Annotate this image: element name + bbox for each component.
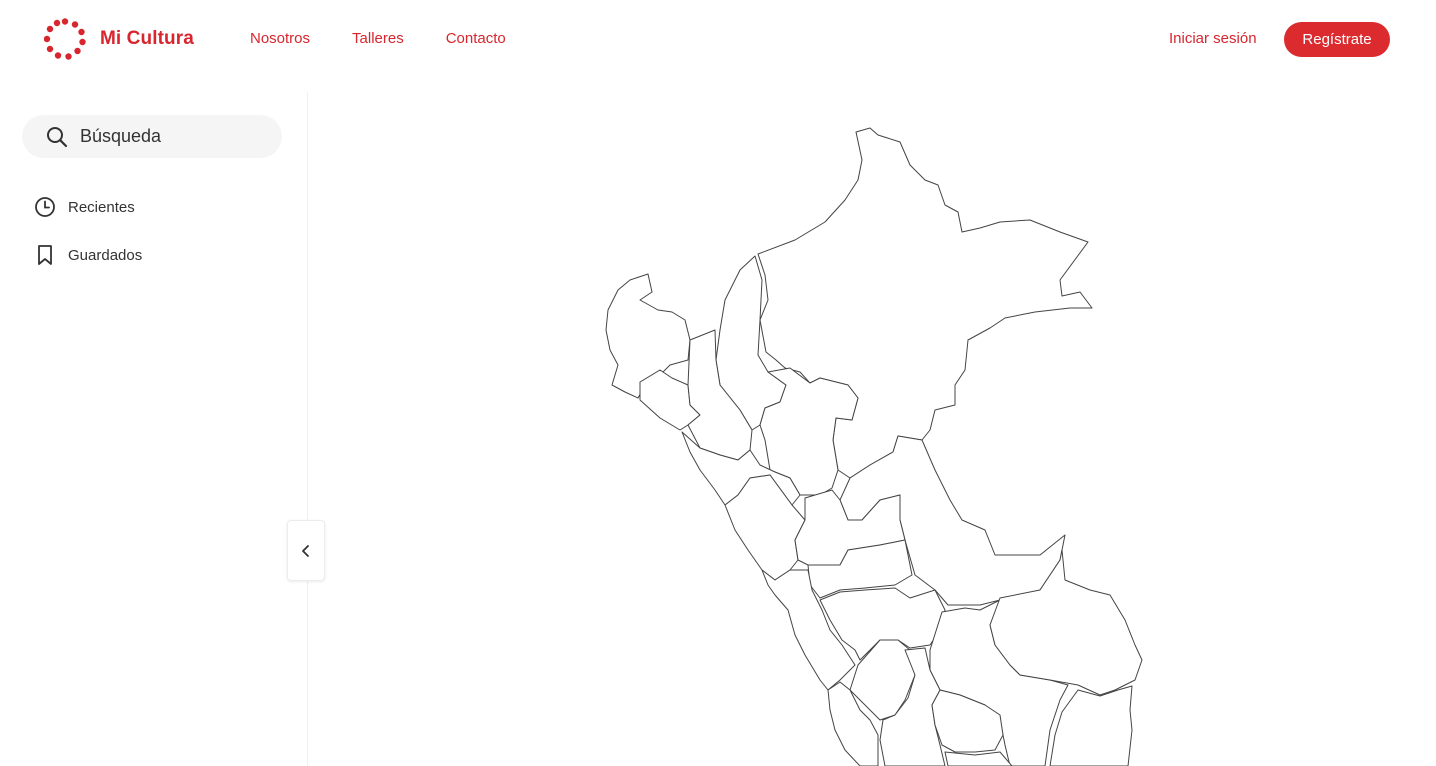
nav-link-contacto[interactable]: Contacto [446,30,506,47]
chevron-left-icon [302,544,309,557]
peru-region-map[interactable] [560,120,1180,766]
search-box[interactable] [22,115,282,158]
search-icon [47,126,68,147]
map-region-arequipa[interactable] [944,751,1013,766]
sidebar-item-recientes[interactable]: Recientes [34,196,135,218]
nav-link-talleres[interactable]: Talleres [352,30,404,47]
logo-dots-icon [44,18,86,60]
collapse-sidebar-button[interactable] [287,520,325,581]
clock-icon [35,197,55,217]
main-nav: Nosotros Talleres Contacto [250,30,506,47]
brand-logo[interactable]: Mi Cultura [44,18,194,60]
sidebar-item-guardados[interactable]: Guardados [34,244,142,266]
top-navigation: Mi Cultura Nosotros Talleres Contacto In… [0,0,1436,80]
register-button[interactable]: Regístrate [1284,22,1390,57]
sidebar-item-label: Guardados [68,246,143,264]
bookmark-icon [38,245,52,265]
sidebar: Recientes Guardados [0,92,308,766]
nav-link-nosotros[interactable]: Nosotros [250,30,310,47]
search-input[interactable] [80,126,260,147]
brand-name: Mi Cultura [100,28,194,49]
sidebar-item-label: Recientes [68,198,135,216]
map-region-puno[interactable] [1049,685,1133,766]
login-link[interactable]: Iniciar sesión [1169,30,1257,47]
